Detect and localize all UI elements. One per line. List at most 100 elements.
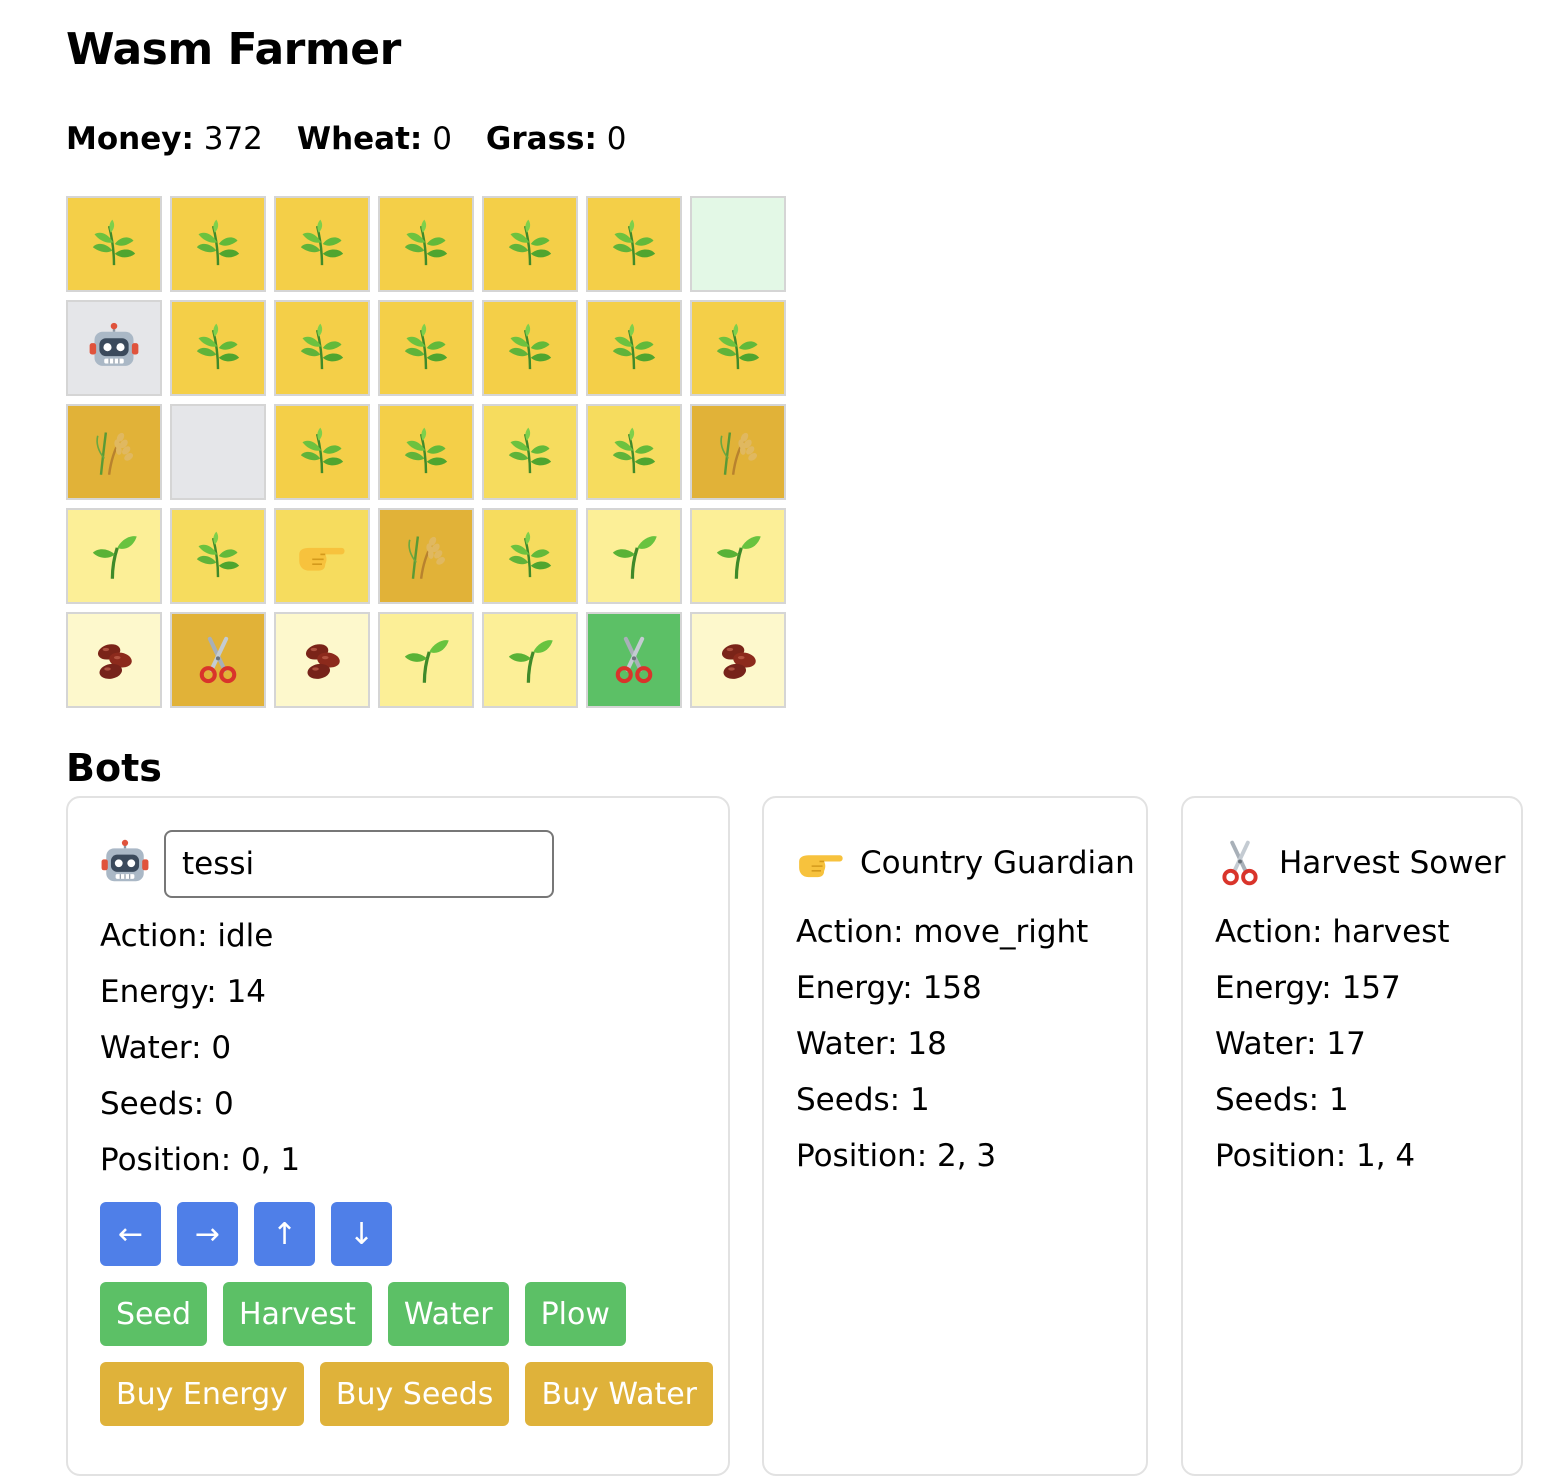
farm-cell-4-5 [586,612,682,708]
bot-water: Water: 17 [1215,1026,1366,1062]
farm-cell-2-2 [274,404,370,500]
farm-cell-2-1 [170,404,266,500]
leafy-plant-icon [400,218,452,270]
leafy-plant-icon [608,426,660,478]
bot-action: Action: harvest [1215,914,1450,950]
leafy-plant-icon [296,218,348,270]
bot-water: Water: 0 [100,1030,232,1066]
farm-cell-1-1 [170,300,266,396]
robot-icon [100,839,150,889]
leafy-plant-icon [400,322,452,374]
robot-icon [88,322,140,374]
leafy-plant-icon [712,322,764,374]
leafy-plant-icon [400,426,452,478]
bot-name-input[interactable] [164,830,554,898]
move-down-button[interactable]: ↓ [331,1202,392,1266]
farm-cell-4-4 [482,612,578,708]
farm-cell-4-1 [170,612,266,708]
leafy-plant-icon [296,322,348,374]
bot-name: Country Guardian [860,845,1135,881]
leafy-plant-icon [504,530,556,582]
bot-energy: Energy: 157 [1215,970,1401,1006]
bot-card-tessi: Action: idle Energy: 14 Water: 0 Seeds: … [66,796,730,1476]
harvest-button[interactable]: Harvest [223,1282,372,1346]
farm-cell-2-6 [690,404,786,500]
move-right-button[interactable]: → [177,1202,238,1266]
farm-cell-3-1 [170,508,266,604]
farm-cell-0-2 [274,196,370,292]
farm-cell-3-6 [690,508,786,604]
plow-button[interactable]: Plow [524,1282,626,1346]
leafy-plant-icon [88,218,140,270]
farm-cell-0-1 [170,196,266,292]
bot-energy: Energy: 158 [796,970,982,1006]
farm-cell-1-5 [586,300,682,396]
buy-energy-button[interactable]: Buy Energy [100,1362,304,1426]
farm-cell-2-0 [66,404,162,500]
bot-position: Position: 1, 4 [1215,1138,1416,1174]
action-controls: Seed Harvest Water Plow [100,1282,626,1346]
bot-seeds: Seeds: 1 [796,1082,930,1118]
farm-cell-1-0 [66,300,162,396]
farm-cell-2-4 [482,404,578,500]
farm-cell-0-4 [482,196,578,292]
scissors-icon [608,634,660,686]
bot-position: Position: 0, 1 [100,1142,301,1178]
farm-cell-4-3 [378,612,474,708]
bot-energy: Energy: 14 [100,974,267,1010]
farm-cell-0-5 [586,196,682,292]
water-button[interactable]: Water [387,1282,509,1346]
scissors-icon [1215,838,1265,888]
resource-stats: Money: 372 Wheat: 0 Grass: 0 [66,121,626,157]
move-up-button[interactable]: ↑ [254,1202,315,1266]
bot-card-harvest-sower: Harvest Sower Action: harvest Energy: 15… [1181,796,1523,1476]
bot-action: Action: idle [100,918,274,954]
leafy-plant-icon [192,322,244,374]
seedling-icon [608,530,660,582]
move-controls: ← → ↑ ↓ [100,1202,392,1266]
money-stat: Money: 372 [66,121,263,157]
farm-cell-3-4 [482,508,578,604]
move-left-button[interactable]: ← [100,1202,161,1266]
seedling-icon [400,634,452,686]
bot-water: Water: 18 [796,1026,947,1062]
buy-water-button[interactable]: Buy Water [525,1362,714,1426]
seedling-icon [88,530,140,582]
farm-cell-3-3 [378,508,474,604]
wheat-sheaf-icon [88,426,140,478]
seedling-icon [712,530,764,582]
farm-cell-1-4 [482,300,578,396]
bot-seeds: Seeds: 1 [1215,1082,1349,1118]
leafy-plant-icon [504,218,556,270]
farm-cell-2-5 [586,404,682,500]
farm-cell-3-0 [66,508,162,604]
leafy-plant-icon [192,530,244,582]
farm-grid [66,196,786,708]
farm-cell-0-3 [378,196,474,292]
grass-stat: Grass: 0 [485,121,627,157]
farm-cell-4-2 [274,612,370,708]
grass-value: 0 [606,121,627,157]
leafy-plant-icon [608,218,660,270]
money-value: 372 [203,121,263,157]
bot-position: Position: 2, 3 [796,1138,997,1174]
farm-cell-1-6 [690,300,786,396]
bot-name: Harvest Sower [1279,845,1506,881]
farm-cell-2-3 [378,404,474,500]
farm-cell-3-5 [586,508,682,604]
farm-cell-4-0 [66,612,162,708]
seedling-icon [504,634,556,686]
wheat-sheaf-icon [712,426,764,478]
farm-cell-1-3 [378,300,474,396]
wheat-stat: Wheat: 0 [296,121,452,157]
beans-icon [712,634,764,686]
leafy-plant-icon [192,218,244,270]
seed-button[interactable]: Seed [100,1282,207,1346]
beans-icon [296,634,348,686]
buy-controls: Buy Energy Buy Seeds Buy Water [100,1362,714,1426]
wheat-value: 0 [432,121,452,157]
leafy-plant-icon [608,322,660,374]
farm-cell-0-0 [66,196,162,292]
buy-seeds-button[interactable]: Buy Seeds [319,1362,510,1426]
bot-card-country-guardian: Country Guardian Action: move_right Ener… [762,796,1148,1476]
